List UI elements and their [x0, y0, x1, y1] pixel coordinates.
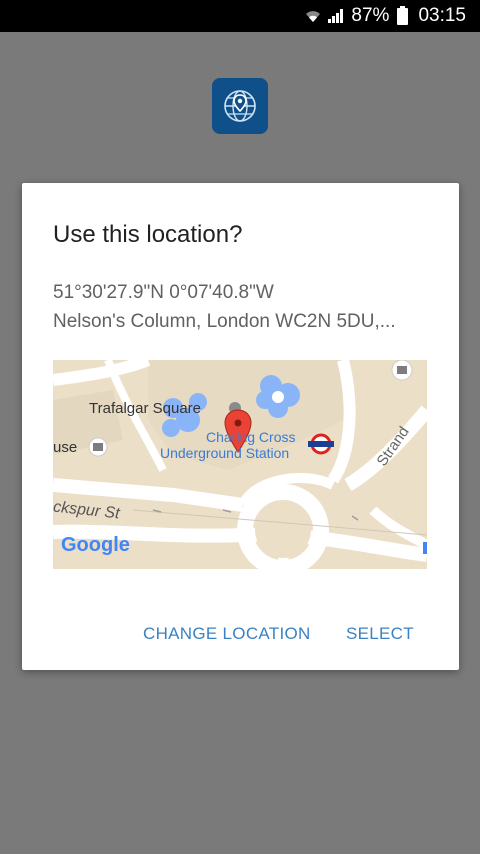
- map-label-trafalgar-square: Trafalgar Square: [89, 400, 202, 417]
- change-location-button[interactable]: CHANGE LOCATION: [143, 624, 311, 644]
- battery-percent: 87%: [351, 5, 390, 26]
- map-label-house: use: [53, 439, 78, 456]
- map-label-underground-station: Underground Station: [160, 445, 290, 461]
- battery-icon: [397, 5, 409, 25]
- dialog-title: Use this location?: [53, 221, 243, 248]
- status-bar: 87% 03:15: [0, 0, 480, 32]
- clock: 03:15: [418, 5, 466, 26]
- coordinates-text: 51°30'27.9"N 0°07'40.8"W: [53, 282, 274, 303]
- app-logo-icon: [212, 78, 268, 134]
- map-label-charing-cross: Charing Cross: [206, 429, 296, 445]
- wifi-icon: [305, 8, 321, 24]
- location-dialog: Use this location? 51°30'27.9"N 0°07'40.…: [22, 183, 459, 670]
- signal-icon: [327, 8, 345, 24]
- select-button[interactable]: SELECT: [346, 624, 414, 644]
- address-text: Nelson's Column, London WC2N 5DU,...: [53, 311, 396, 332]
- dialog-actions: CHANGE LOCATION SELECT: [22, 624, 459, 648]
- map-preview[interactable]: Trafalgar Square Charing Cross Undergrou…: [53, 360, 427, 569]
- google-logo: Google: [61, 534, 130, 556]
